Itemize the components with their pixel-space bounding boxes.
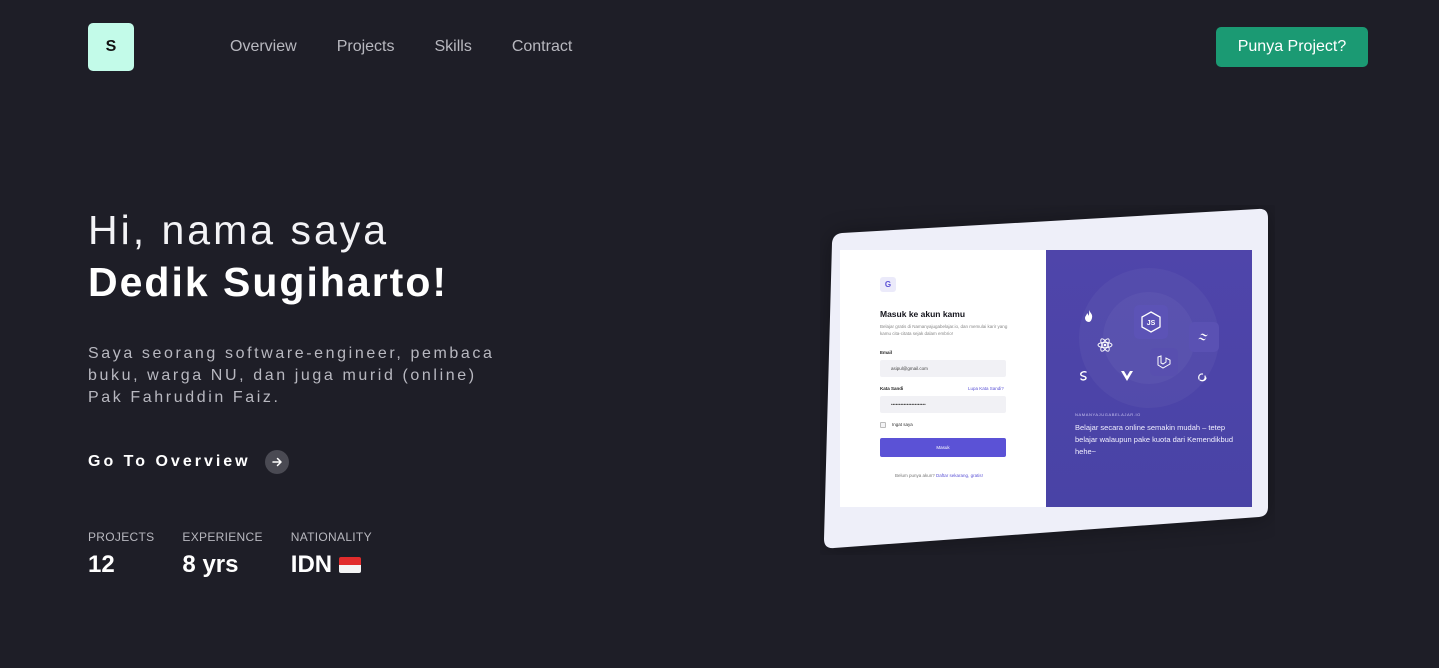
mockup-screen: G Masuk ke akun kamu Belajar gratis di N… [840, 250, 1252, 507]
indonesia-flag-icon [339, 557, 362, 573]
vue-icon [1118, 367, 1136, 385]
nodejs-icon: JS [1134, 305, 1168, 339]
main-nav: Overview Projects Skills Contract [230, 38, 572, 56]
sass-icon [1075, 367, 1093, 385]
forgot-password-link[interactable]: Lupa Kata Sandi? [968, 386, 1004, 391]
nav-overview[interactable]: Overview [230, 38, 297, 56]
email-label: Email [880, 350, 893, 355]
hero-greeting: Hi, nama saya [88, 207, 390, 253]
nav-contract[interactable]: Contract [512, 38, 572, 56]
register-prompt: Belum punya akun? Daftar sekarang, grati… [895, 473, 983, 478]
stat-value-text: IDN [290, 551, 333, 578]
stat-label: NATIONALITY [290, 530, 372, 544]
stat-label: EXPERIENCE [182, 530, 263, 544]
password-field[interactable]: •••••••••••••••••••••• [880, 396, 1006, 413]
stat-projects: PROJECTS 12 [88, 530, 154, 579]
promo-text: Belajar secara online semakin mudah – te… [1075, 423, 1234, 456]
register-link[interactable]: Daftar sekarang, gratis! [936, 473, 983, 478]
arrow-right-icon[interactable] [264, 450, 289, 474]
stat-value: 8 yrs [182, 551, 262, 579]
masuk-button[interactable]: Masuk [880, 438, 1006, 457]
mockup-logo: G [880, 277, 896, 292]
svg-text:JS: JS [1147, 320, 1156, 327]
stat-experience: EXPERIENCE 8 yrs [182, 530, 262, 579]
email-field[interactable]: asipul@gmail.com [880, 360, 1006, 377]
promo-panel: JS NAMANYAJUGABELAJAR.IO Belajar secara … [1046, 250, 1252, 507]
nav-skills[interactable]: Skills [434, 38, 471, 56]
login-subtitle: Belajar gratis di Namanyajugabelajar.io,… [880, 324, 1008, 336]
punya-project-button[interactable]: Punya Project? [1216, 27, 1368, 67]
stat-value-text: 12 [88, 551, 115, 578]
promo-tag: NAMANYAJUGABELAJAR.IO [1075, 412, 1141, 417]
nav-projects[interactable]: Projects [337, 38, 395, 56]
stat-value: IDN [291, 551, 372, 579]
laravel-icon [1150, 348, 1178, 376]
go-to-overview-label: Go To Overview [88, 453, 251, 470]
remember-checkbox[interactable] [880, 422, 886, 428]
register-text: Belum punya akun? [895, 473, 935, 478]
redux-icon [1193, 368, 1211, 386]
remember-label: Ingat saya [892, 422, 913, 427]
stat-nationality: NATIONALITY IDN [291, 530, 372, 579]
stat-value-text: 8 yrs [182, 551, 239, 578]
hero-name: Dedik Sugiharto! [88, 259, 449, 305]
go-to-overview-link[interactable]: Go To Overview [88, 450, 289, 474]
stats: PROJECTS 12 EXPERIENCE 8 yrs NATIONALITY… [88, 530, 372, 579]
logo[interactable]: S [88, 23, 134, 71]
login-panel: G Masuk ke akun kamu Belajar gratis di N… [840, 250, 1046, 507]
stat-value: 12 [88, 551, 154, 579]
tailwind-icon [1189, 322, 1219, 352]
firebase-icon [1080, 307, 1098, 325]
stat-label: PROJECTS [88, 530, 155, 544]
hero-bio: Saya seorang software-engineer, pembaca … [88, 345, 495, 406]
password-label: Kata Sandi [880, 386, 904, 391]
login-title: Masuk ke akun kamu [880, 309, 966, 319]
react-icon [1096, 336, 1114, 354]
